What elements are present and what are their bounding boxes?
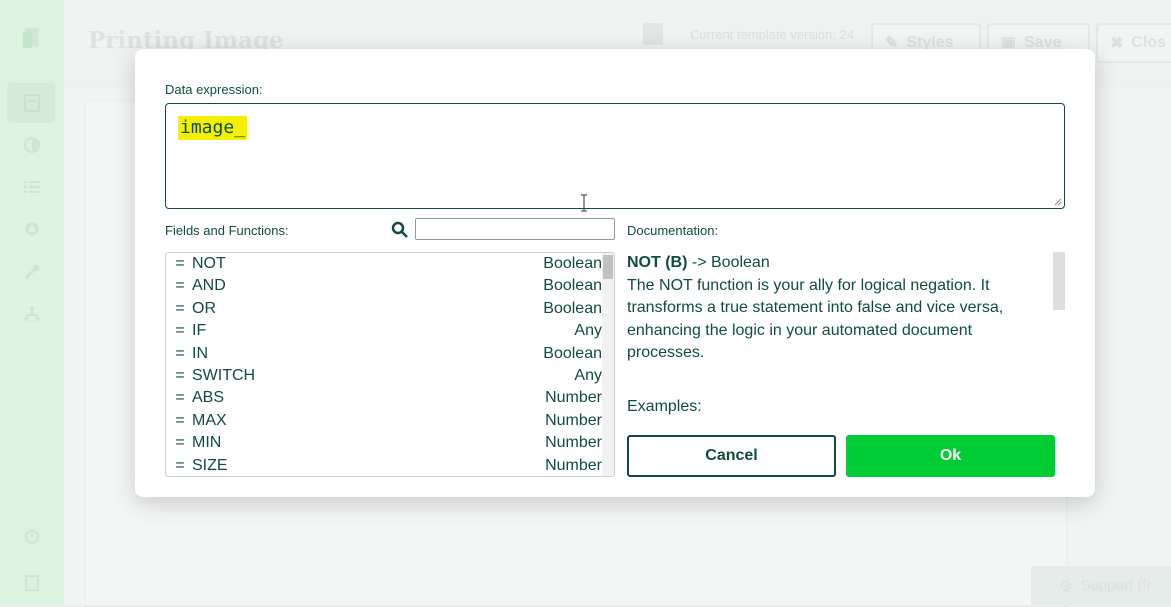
function-search-input[interactable] [415,218,615,240]
function-list-item[interactable]: = AND Boolean [166,275,602,297]
function-return-type: Boolean [543,277,602,295]
doc-signature: NOT (B) -> Boolean [627,252,1052,275]
function-list-item[interactable]: = SIZE Number [166,455,602,476]
doc-signature-name: NOT (B) [627,254,688,271]
function-return-type: Boolean [543,344,602,362]
function-equals-icon: = [175,255,185,272]
function-list-item[interactable]: = NOT Boolean [166,253,602,275]
expression-label: Data expression: [165,82,263,97]
function-return-type: Any [574,367,602,384]
functions-list[interactable]: = NOT Boolean = AND Boolean = OR Boolean = IF Any = I… [165,252,615,477]
function-name: SIZE [192,456,228,474]
search-icon [391,221,408,238]
cancel-button[interactable]: Cancel [627,435,836,477]
function-name: ABS [192,389,225,407]
resize-grip-icon[interactable] [1054,198,1062,206]
function-name: IN [192,344,208,362]
expression-value: image_ [178,116,248,140]
function-equals-icon: = [175,277,185,295]
examples-label: Examples: [627,398,702,415]
function-name: AND [192,277,226,295]
function-list-item[interactable]: = MIN Number [166,432,602,454]
doc-description: The NOT function is your ally for logica… [627,276,1004,362]
function-equals-icon: = [175,344,185,362]
function-return-type: Any [574,322,602,340]
function-equals-icon: = [175,411,185,429]
fields-functions-label: Fields and Functions: [165,223,289,238]
function-return-type: Boolean [543,255,602,272]
function-equals-icon: = [175,322,185,340]
function-return-type: Number [545,434,602,452]
function-list-item[interactable]: = IN Boolean [166,343,602,365]
expression-textarea[interactable]: image_ [165,103,1065,212]
ok-button[interactable]: Ok [846,435,1055,477]
documentation-panel: NOT (B) -> Boolean The NOT function is y… [627,252,1052,365]
function-name: MIN [192,434,222,452]
documentation-label: Documentation: [627,223,719,238]
function-name: MAX [192,411,227,429]
documentation-scrollbar[interactable] [1053,252,1065,310]
function-name: OR [192,299,216,317]
function-equals-icon: = [175,299,185,317]
function-list-item[interactable]: = SWITCH Any [166,365,602,387]
function-equals-icon: = [175,434,185,452]
function-return-type: Number [545,389,602,407]
function-equals-icon: = [175,367,185,384]
function-return-type: Boolean [543,299,602,317]
text-cursor-icon [581,194,587,212]
function-name: IF [192,322,207,340]
function-list-item[interactable]: = ABS Number [166,387,602,409]
expression-dialog: Data expression: image_ Fields and Funct… [135,49,1095,497]
function-name: NOT [192,255,226,272]
function-return-type: Number [545,411,602,429]
function-equals-icon: = [175,389,185,407]
function-list-item[interactable]: = MAX Number [166,410,602,432]
function-return-type: Number [545,456,602,474]
function-name: SWITCH [192,367,256,384]
function-list-item[interactable]: = OR Boolean [166,298,602,320]
functions-list-scrollbar[interactable] [602,253,614,476]
scrollbar-thumb[interactable] [603,255,613,279]
function-equals-icon: = [175,456,185,474]
function-list-item[interactable]: = IF Any [166,320,602,342]
doc-signature-return: -> Boolean [687,254,770,271]
